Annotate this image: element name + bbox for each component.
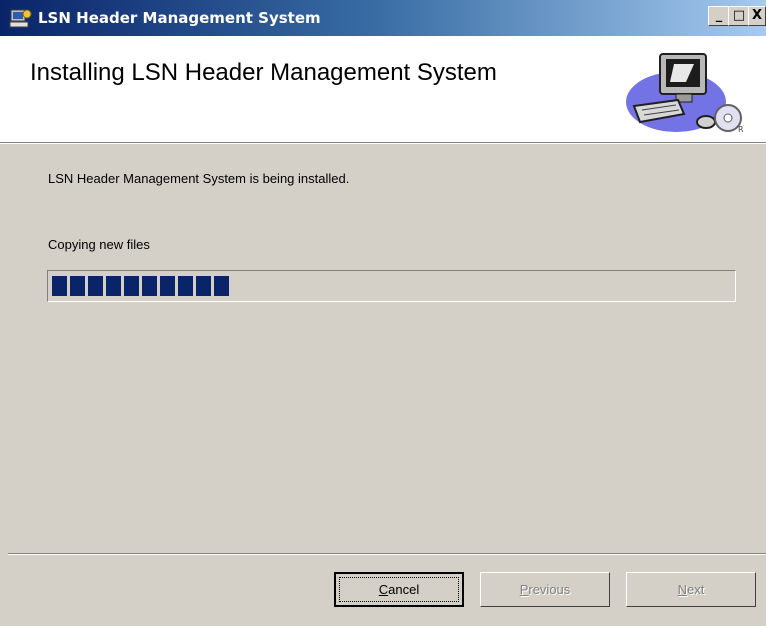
install-status-text: LSN Header Management System is being in… — [48, 171, 350, 186]
installer-window: LSN Header Management System _ □ X Insta… — [0, 0, 766, 626]
previous-rest: revious — [528, 582, 571, 597]
progress-bar — [47, 270, 736, 302]
page-title: Installing LSN Header Management System — [30, 59, 497, 86]
previous-button[interactable]: Previous — [480, 572, 610, 607]
progress-block — [70, 276, 85, 296]
progress-block — [214, 276, 229, 296]
window-title: LSN Header Management System — [38, 9, 321, 27]
installer-app-icon — [9, 9, 32, 28]
header-divider — [0, 143, 766, 144]
progress-block — [88, 276, 103, 296]
footer-divider — [8, 553, 766, 555]
next-rest: ext — [687, 582, 705, 597]
header-panel: Installing LSN Header Management System … — [0, 36, 766, 143]
progress-block — [106, 276, 121, 296]
progress-block — [52, 276, 67, 296]
title-bar[interactable]: LSN Header Management System _ □ X — [0, 0, 766, 36]
next-button[interactable]: Next — [626, 572, 756, 607]
progress-block — [142, 276, 157, 296]
minimize-button[interactable]: _ — [708, 6, 730, 26]
current-action-text: Copying new files — [48, 237, 150, 252]
cancel-button[interactable]: Cancel — [334, 572, 464, 607]
next-accel: N — [677, 582, 688, 597]
progress-block — [124, 276, 139, 296]
progress-block — [160, 276, 175, 296]
progress-block — [196, 276, 211, 296]
progress-block — [178, 276, 193, 296]
maximize-button[interactable]: □ — [728, 6, 750, 26]
computer-setup-icon: R — [626, 53, 744, 134]
cancel-accel: C — [378, 582, 389, 597]
svg-text:R: R — [738, 125, 744, 134]
close-button[interactable]: X — [748, 6, 766, 26]
cancel-rest: ancel — [388, 582, 420, 597]
